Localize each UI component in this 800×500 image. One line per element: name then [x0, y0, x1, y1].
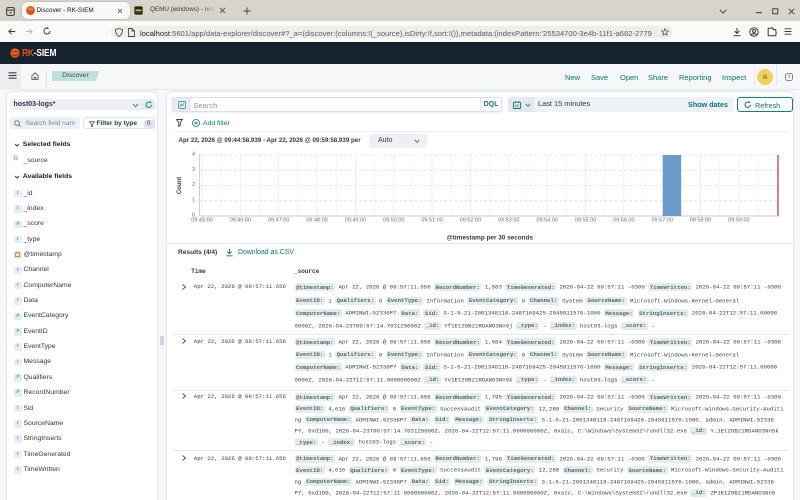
svg-text:Count: Count [177, 177, 183, 194]
svg-text:4: 4 [192, 152, 195, 158]
svg-text:09:49:00: 09:49:00 [345, 217, 366, 223]
svg-text:09:51:00: 09:51:00 [421, 217, 442, 223]
svg-text:09:53:00: 09:53:00 [498, 217, 519, 223]
svg-text:09:55:00: 09:55:00 [575, 217, 596, 223]
svg-text:?: ? [787, 75, 790, 81]
svg-text:09:52:00: 09:52:00 [460, 217, 481, 223]
svg-text:09:54:00: 09:54:00 [536, 217, 557, 223]
svg-text:{}: {} [13, 156, 18, 161]
svg-text:09:57:00: 09:57:00 [651, 217, 672, 223]
svg-text:09:48:00: 09:48:00 [306, 217, 327, 223]
svg-text:09:56:00: 09:56:00 [613, 217, 634, 223]
svg-text:09:58:00: 09:58:00 [690, 217, 711, 223]
svg-text:09:46:00: 09:46:00 [230, 217, 251, 223]
svg-text:09:59:00: 09:59:00 [728, 217, 749, 223]
svg-text:09:45:00: 09:45:00 [191, 217, 212, 223]
svg-text:3: 3 [192, 167, 195, 173]
svg-text:1: 1 [192, 197, 195, 203]
svg-text:2: 2 [192, 182, 195, 188]
svg-text:09:50:00: 09:50:00 [383, 217, 404, 223]
svg-text:@timestamp per 30 seconds: @timestamp per 30 seconds [447, 234, 534, 241]
svg-text:09:47:00: 09:47:00 [268, 217, 289, 223]
